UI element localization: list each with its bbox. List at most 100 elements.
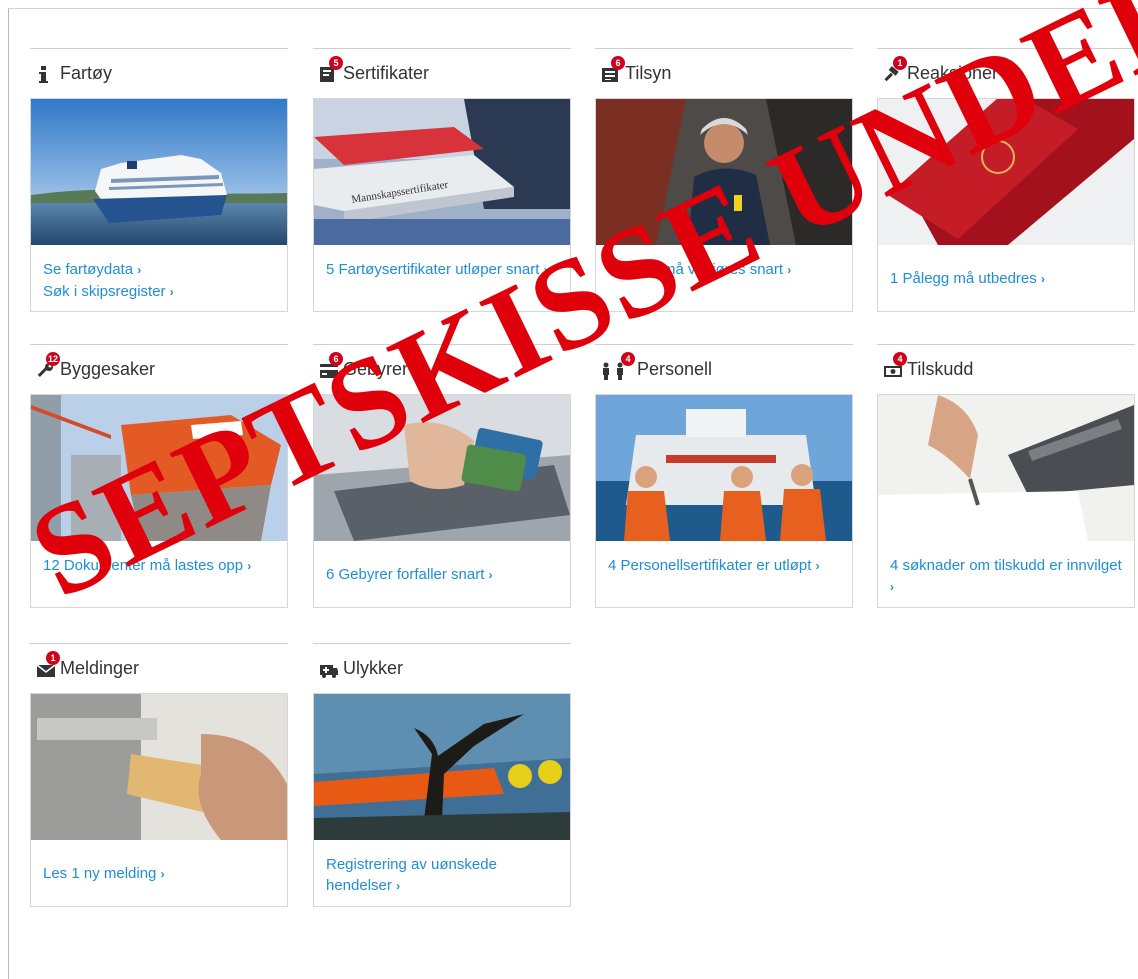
link-text: 4 Personellsertifikater er utløpt [608,557,812,574]
link-se-fartoydata[interactable]: Se fartøydata › [43,259,275,281]
certificate-icon: 5 [319,55,343,83]
link-text: 6 Gebyrer forfaller snart [326,566,485,583]
link-text: Les 1 ny melding [43,865,157,882]
chevron-right-icon: › [488,568,493,582]
crew-image [596,395,852,541]
chevron-right-icon: › [137,263,142,277]
tile-personell: 4 Personell 4 Personellsertifikater er u… [595,344,853,608]
tile-card[interactable]: 6 Tilsyn må vegjøres snart › [595,98,853,312]
notification-badge: 5 [329,55,343,70]
tile-header: Ulykker [313,644,571,693]
link-text: 12 Dokumenter må lastes opp [43,557,244,574]
link-fartoysertifikater[interactable]: 5 Fartøysertifikater utløper snart › [326,259,558,281]
notification-badge: 6 [611,55,625,70]
tile-card[interactable]: 1 Pålegg må utbedres › [877,98,1135,312]
wrench-icon: 12 [36,351,60,379]
tile-fartoy: Fartøy Se fartøydata › Søk i skipsregist… [30,48,288,312]
tile-links: 1 Pålegg må utbedres › [878,245,1134,290]
tile-card[interactable]: 6 Gebyrer forfaller snart › [313,394,571,608]
tile-links: Les 1 ny melding › [31,840,287,885]
tile-header: 6 Tilsyn [595,49,853,98]
tile-card[interactable]: 4 Personellsertifikater er utløpt › [595,394,853,608]
tile-title: Byggesaker [60,359,156,379]
tile-card[interactable]: 4 søknader om tilskudd er innvilget › [877,394,1135,608]
inspection-icon: 6 [601,55,625,83]
notification-badge: 12 [46,351,60,366]
chevron-right-icon: › [1040,272,1045,286]
ferry-image [31,99,287,245]
notification-badge: 1 [893,55,907,70]
tile-card[interactable]: 12 Dokumenter må lastes opp › [30,394,288,608]
tile-header: Fartøy [30,49,288,98]
link-text: Søk i skipsregister [43,283,166,300]
link-text: 1 Pålegg må utbedres [890,270,1037,287]
link-text: Registrering av uønskede hendelser [326,856,497,894]
tile-links: 6 Gebyrer forfaller snart › [314,541,570,586]
link-palegg[interactable]: 1 Pålegg må utbedres › [890,268,1122,290]
tile-title: Fartøy [60,63,112,83]
tile-reaksjoner: 1 Reaksjoner 1 Pålegg må utbedres › [877,48,1135,312]
tile-card[interactable]: Registrering av uønskede hendelser › [313,693,571,907]
chevron-right-icon: › [396,879,401,893]
people-icon: 4 [601,351,635,380]
tile-links: 12 Dokumenter må lastes opp › [31,541,287,577]
inspector-image [596,99,852,245]
tile-links: 4 søknader om tilskudd er innvilget › [878,541,1134,598]
link-dokumenter[interactable]: 12 Dokumenter må lastes opp › [43,555,275,577]
gavel-icon: 1 [883,55,907,83]
card-payment-image [314,395,570,541]
link-registrering[interactable]: Registrering av uønskede hendelser › [326,854,558,897]
ambulance-icon [319,660,341,678]
link-melding[interactable]: Les 1 ny melding › [43,863,275,885]
tile-title: Personell [637,359,713,379]
tile-ulykker: Ulykker Registrering av uønskede hendels… [313,643,571,907]
tile-tilskudd: 4 Tilskudd 4 søknader om tilskudd er inn… [877,344,1135,608]
tile-meldinger: 1 Meldinger Les 1 ny melding › [30,643,288,907]
certificates-image: Mannskapssertifikater [314,99,570,245]
tile-header: 5 Sertifikater [313,49,571,98]
link-text: 4 søknader om tilskudd er innvilget [890,557,1122,574]
link-gebyrer[interactable]: 6 Gebyrer forfaller snart › [326,564,558,586]
link-personellsertifikater[interactable]: 4 Personellsertifikater er utløpt › [608,555,840,577]
tile-header: 1 Meldinger [30,644,288,693]
link-text: Se fartøydata [43,261,134,278]
link-tilsyn[interactable]: 6 Tilsyn må vegjøres snart › [608,259,840,281]
tile-links: 6 Tilsyn må vegjøres snart › [596,245,852,281]
tile-header: 4 Tilskudd [877,345,1135,394]
notification-badge: 4 [621,351,635,366]
chevron-right-icon: › [247,559,252,573]
chevron-right-icon: › [543,263,548,277]
tile-title: Sertifikater [343,63,430,83]
info-icon [36,65,58,83]
notification-badge: 1 [46,650,60,665]
oil-spill-bird-image [314,694,570,840]
tile-title: Meldinger [60,658,140,678]
credit-card-icon: 6 [319,351,343,379]
tile-header: 12 Byggesaker [30,345,288,394]
tile-card[interactable]: Se fartøydata › Søk i skipsregister › [30,98,288,312]
tile-title: Tilskudd [907,359,974,379]
tile-header: 6 Gebyrer [313,345,571,394]
passport-image [878,99,1134,245]
tile-sertifikater: 5 Sertifikater Mannskapssertifikater 5 F… [313,48,571,312]
link-text: 5 Fartøysertifikater utløper snart [326,261,540,278]
tile-title: Ulykker [343,658,404,678]
tile-card[interactable]: Les 1 ny melding › [30,693,288,907]
tile-links: 4 Personellsertifikater er utløpt › [596,541,852,577]
tile-header: 4 Personell [595,345,853,394]
tile-title: Reaksjoner [907,63,999,83]
tile-links: Se fartøydata › Søk i skipsregister › [31,245,287,303]
tile-tilsyn: 6 Tilsyn 6 Tilsyn må vegjøres snart › [595,48,853,312]
chevron-right-icon: › [787,263,792,277]
tile-links: Registrering av uønskede hendelser › [314,840,570,897]
calculator-image [878,395,1134,541]
link-sok-skipsregister[interactable]: Søk i skipsregister › [43,281,275,303]
tile-card[interactable]: Mannskapssertifikater 5 Fartøysertifikat… [313,98,571,312]
envelope-icon: 1 [36,650,60,678]
tile-byggesaker: 12 Byggesaker 12 Dokumenter må lastes op… [30,344,288,608]
notification-badge: 6 [329,351,343,366]
money-icon: 4 [883,351,907,379]
chevron-right-icon: › [160,867,165,881]
tile-gebyrer: 6 Gebyrer 6 Gebyrer forfaller snart › [313,344,571,608]
link-tilskudd[interactable]: 4 søknader om tilskudd er innvilget › [890,555,1122,598]
